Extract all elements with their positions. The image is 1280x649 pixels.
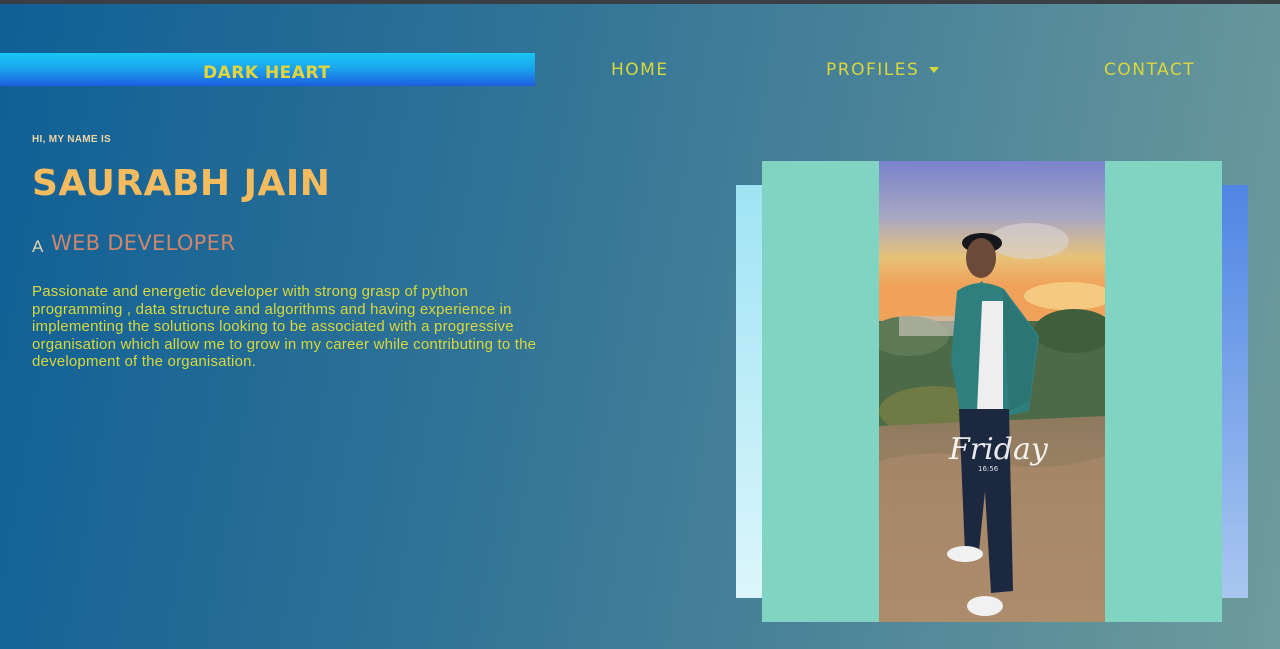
photo-frame-right-edge (1222, 185, 1248, 598)
nav-profiles[interactable]: PROFILES (826, 60, 940, 80)
brand-name[interactable]: DARK HEART (203, 63, 330, 83)
hero-role: WEB DEVELOPER (51, 231, 236, 255)
photo-overlay-time: 16:56 (978, 465, 999, 473)
hero-bio: Passionate and energetic developer with … (32, 283, 537, 370)
nav-contact[interactable]: CONTACT (1104, 60, 1195, 80)
photo-frame-left-edge (736, 185, 762, 598)
intro-text: HI, MY NAME IS (32, 134, 112, 145)
caret-down-icon (929, 67, 940, 73)
brand-bar[interactable]: DARK HEART (0, 53, 535, 86)
nav-home[interactable]: HOME (611, 60, 669, 80)
role-prefix: A (32, 237, 44, 256)
hero-name: SAURABH JAIN (32, 163, 331, 204)
profile-photo: Friday 16:56 (879, 161, 1105, 622)
photo-overlay-day: Friday (948, 432, 1049, 467)
browser-top-edge (0, 0, 1280, 4)
nav-profiles-label: PROFILES (826, 60, 920, 80)
